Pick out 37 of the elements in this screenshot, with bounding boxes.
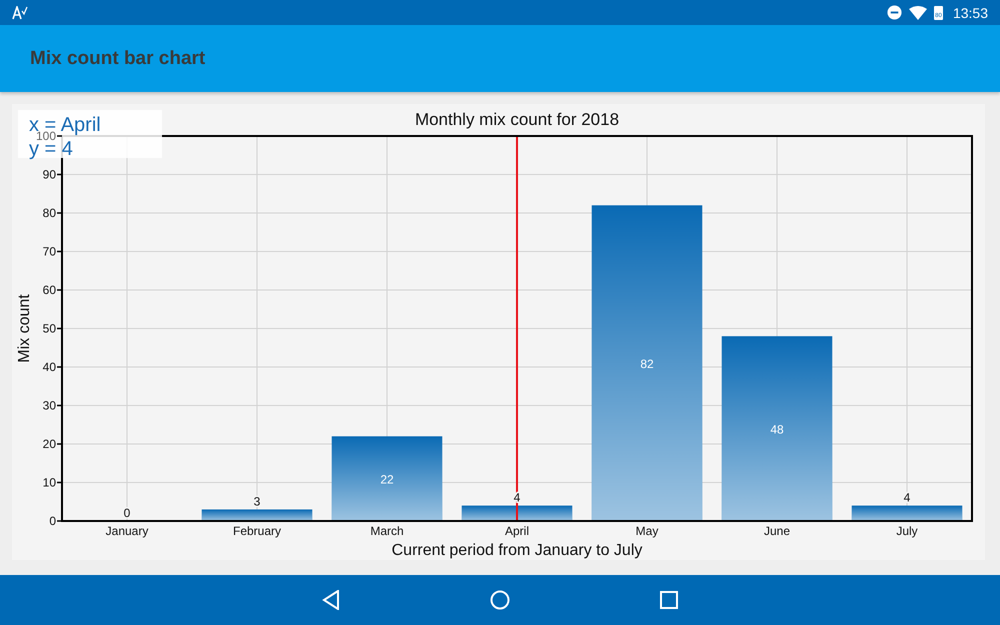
data-label: 82: [640, 357, 654, 372]
x-tick-label: April: [505, 524, 529, 538]
x-tick-label: February: [232, 524, 282, 538]
x-axis-title: Current period from January to July: [392, 542, 642, 559]
y-tick-label: 70: [42, 244, 56, 258]
y-tick-label: 30: [42, 398, 56, 412]
data-label: 4: [904, 490, 910, 505]
recents-icon[interactable]: [660, 591, 678, 609]
x-tick-label: July: [896, 524, 918, 538]
x-tick-label: June: [764, 524, 790, 538]
y-tick-label: 60: [42, 283, 56, 297]
clock-time: 13:53: [952, 4, 988, 20]
font-check-icon: [12, 6, 28, 20]
data-label: 48: [770, 422, 784, 437]
y-tick-label: 20: [42, 437, 56, 451]
data-label: 3: [254, 494, 260, 508]
data-label: 0: [124, 506, 130, 520]
bar[interactable]: [852, 506, 962, 521]
x-tick-label: January: [106, 524, 148, 538]
y-tick-label: 40: [42, 360, 56, 374]
back-icon[interactable]: [322, 590, 340, 610]
y-tick-label: 0: [49, 514, 56, 528]
y-axis-title: Mix count: [16, 294, 33, 363]
data-label: 22: [380, 472, 394, 487]
x-tick-label: March: [370, 524, 404, 538]
bar[interactable]: [462, 506, 572, 521]
y-tick-label: 10: [42, 476, 56, 490]
bar[interactable]: [202, 509, 312, 521]
chart-title: Monthly mix count for 2018: [414, 110, 620, 129]
y-tick-label: 50: [42, 322, 56, 336]
wifi-icon: [908, 6, 927, 20]
y-tick-label: 80: [42, 206, 56, 220]
app-title: Mix count bar chart: [30, 48, 206, 70]
x-tick-label: May: [636, 524, 658, 538]
home-icon[interactable]: [490, 590, 510, 610]
y-tick-label: 90: [42, 168, 56, 182]
do-not-disturb-icon: [886, 5, 902, 20]
